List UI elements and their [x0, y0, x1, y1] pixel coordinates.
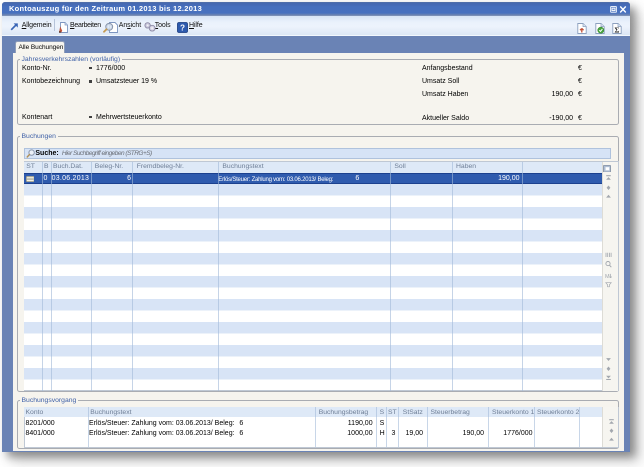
- svg-text:M: M: [605, 274, 610, 279]
- svg-text:?: ?: [180, 23, 185, 32]
- svg-text:Σ: Σ: [614, 25, 619, 33]
